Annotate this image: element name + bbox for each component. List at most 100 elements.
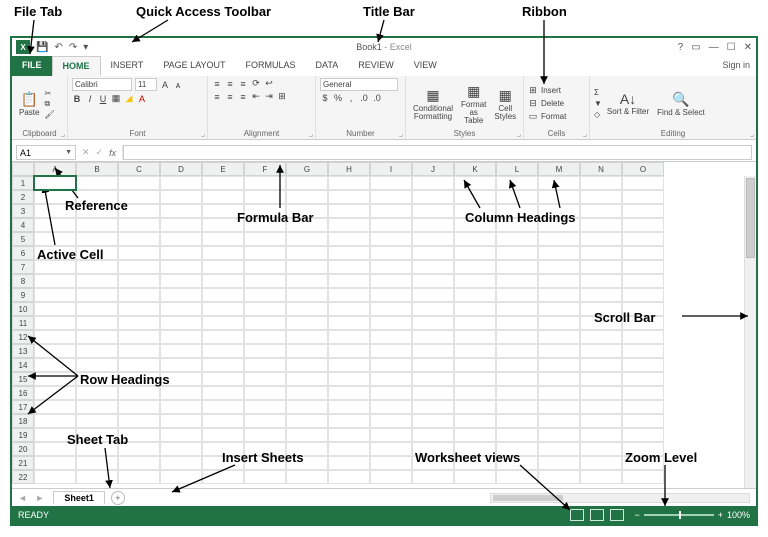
cell[interactable]: [622, 456, 664, 470]
cell[interactable]: [622, 414, 664, 428]
cell[interactable]: [160, 442, 202, 456]
cell[interactable]: [496, 204, 538, 218]
increase-indent-icon[interactable]: ⇥: [264, 91, 274, 102]
cell[interactable]: [118, 414, 160, 428]
cell[interactable]: [34, 274, 76, 288]
underline-icon[interactable]: U: [98, 94, 108, 104]
cell[interactable]: [496, 428, 538, 442]
cell[interactable]: [286, 176, 328, 190]
cell[interactable]: [496, 358, 538, 372]
insert-cells-icon[interactable]: ⊞: [528, 85, 538, 96]
cell[interactable]: [496, 288, 538, 302]
row-heading[interactable]: 9: [12, 288, 34, 302]
cell[interactable]: [622, 316, 664, 330]
cell[interactable]: [76, 470, 118, 484]
cell[interactable]: [328, 428, 370, 442]
cell[interactable]: [454, 302, 496, 316]
cell[interactable]: [244, 204, 286, 218]
column-heading[interactable]: E: [202, 162, 244, 176]
paste-button[interactable]: 📋Paste: [16, 90, 42, 118]
cell[interactable]: [328, 456, 370, 470]
cell[interactable]: [34, 400, 76, 414]
cell[interactable]: [34, 456, 76, 470]
cell[interactable]: [202, 456, 244, 470]
cell[interactable]: [328, 246, 370, 260]
cell[interactable]: [160, 428, 202, 442]
cell[interactable]: [76, 204, 118, 218]
cell[interactable]: [160, 358, 202, 372]
cell[interactable]: [118, 204, 160, 218]
cell[interactable]: [496, 190, 538, 204]
cell[interactable]: [370, 176, 412, 190]
cell[interactable]: [286, 204, 328, 218]
cell[interactable]: [622, 400, 664, 414]
cell[interactable]: [370, 232, 412, 246]
bold-icon[interactable]: B: [72, 94, 82, 104]
cell[interactable]: [286, 344, 328, 358]
cell[interactable]: [118, 190, 160, 204]
row-heading[interactable]: 14: [12, 358, 34, 372]
cell[interactable]: [370, 414, 412, 428]
cell[interactable]: [622, 176, 664, 190]
cell[interactable]: [538, 428, 580, 442]
cell[interactable]: [496, 386, 538, 400]
cell[interactable]: [202, 386, 244, 400]
cell[interactable]: [496, 232, 538, 246]
cell[interactable]: [76, 246, 118, 260]
cell[interactable]: [580, 428, 622, 442]
cell[interactable]: [76, 372, 118, 386]
cell[interactable]: [622, 470, 664, 484]
cell[interactable]: [412, 330, 454, 344]
cell[interactable]: [244, 414, 286, 428]
cell[interactable]: [454, 274, 496, 288]
cell[interactable]: [202, 176, 244, 190]
row-heading[interactable]: 11: [12, 316, 34, 330]
cell[interactable]: [118, 316, 160, 330]
cell[interactable]: [622, 428, 664, 442]
tab-formulas[interactable]: FORMULAS: [236, 56, 306, 76]
row-heading[interactable]: 5: [12, 232, 34, 246]
cell[interactable]: [76, 288, 118, 302]
cell[interactable]: [34, 442, 76, 456]
cell[interactable]: [76, 260, 118, 274]
align-right-icon[interactable]: ≡: [238, 92, 248, 102]
cell[interactable]: [202, 344, 244, 358]
conditional-formatting-button[interactable]: ▦Conditional Formatting: [410, 86, 456, 122]
delete-cells-icon[interactable]: ⊟: [528, 98, 538, 109]
row-heading[interactable]: 15: [12, 372, 34, 386]
cell[interactable]: [370, 344, 412, 358]
cell[interactable]: [76, 316, 118, 330]
cell[interactable]: [202, 232, 244, 246]
cell[interactable]: [118, 274, 160, 288]
scrollbar-thumb[interactable]: [746, 178, 755, 258]
row-heading[interactable]: 8: [12, 274, 34, 288]
cell[interactable]: [370, 386, 412, 400]
cell[interactable]: [412, 344, 454, 358]
cell[interactable]: [622, 232, 664, 246]
cell[interactable]: [160, 316, 202, 330]
cell[interactable]: [118, 288, 160, 302]
cell[interactable]: [244, 372, 286, 386]
cell[interactable]: [538, 330, 580, 344]
name-box[interactable]: A1 ▼: [16, 145, 76, 160]
cell[interactable]: [370, 470, 412, 484]
cell[interactable]: [496, 470, 538, 484]
cell[interactable]: [622, 246, 664, 260]
cell[interactable]: [202, 428, 244, 442]
cell[interactable]: [76, 456, 118, 470]
cell[interactable]: [412, 288, 454, 302]
row-heading[interactable]: 22: [12, 470, 34, 484]
cell[interactable]: [160, 372, 202, 386]
cell[interactable]: [580, 190, 622, 204]
cell[interactable]: [328, 316, 370, 330]
cell[interactable]: [412, 302, 454, 316]
row-heading[interactable]: 1: [12, 176, 34, 190]
cell[interactable]: [160, 400, 202, 414]
cell[interactable]: [496, 344, 538, 358]
cell[interactable]: [412, 204, 454, 218]
cell[interactable]: [538, 274, 580, 288]
cell[interactable]: [286, 400, 328, 414]
cell[interactable]: [370, 204, 412, 218]
cell[interactable]: [286, 386, 328, 400]
merge-center-icon[interactable]: ⊞: [277, 91, 287, 102]
